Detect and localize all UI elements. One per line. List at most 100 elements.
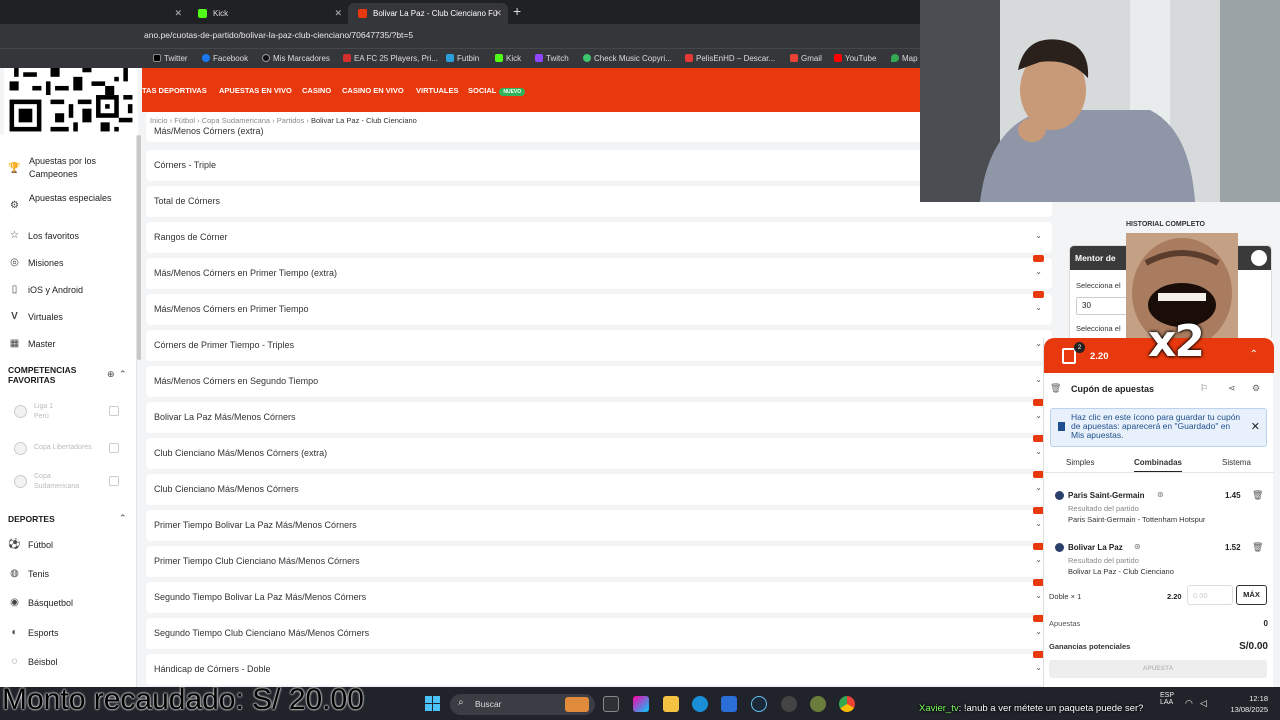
bookmark-pelisenhd[interactable]: PelisEnHD – Descar... (685, 54, 775, 63)
breadcrumb-copa[interactable]: Copa Sudamericana (202, 116, 270, 125)
chevron-down-icon[interactable]: ⌄ (1035, 375, 1042, 384)
trash-icon[interactable]: 🗑 (1050, 383, 1061, 394)
market-row[interactable]: Bolivar La Paz Más/Menos Córners ⌄ (146, 399, 1052, 433)
volume-icon[interactable]: ◁ (1200, 698, 1207, 709)
chevron-down-icon[interactable]: ⌄ (1035, 447, 1042, 456)
tab-simples[interactable]: Simples (1066, 458, 1094, 467)
sidebar-sport-tenis[interactable]: ◍ Tenis (8, 568, 49, 581)
market-row[interactable]: Segundo Tiempo Bolivar La Paz Más/Menos … (146, 579, 1052, 613)
app-icon[interactable] (781, 696, 797, 712)
market-row[interactable]: Más/Menos Córners en Segundo Tiempo ⌄ (146, 366, 1052, 397)
sidebar-item-master[interactable]: ▦ Master (8, 338, 56, 351)
stake-input[interactable]: 0.00 (1187, 585, 1233, 605)
nav-casino[interactable]: CASINO (302, 86, 331, 95)
bookmark-icon[interactable]: ⚐ (1200, 383, 1208, 394)
bookmark-ea-fc[interactable]: EA FC 25 Players, Pri... (343, 54, 438, 63)
market-row[interactable]: Club Cienciano Más/Menos Córners ⌄ (146, 471, 1052, 505)
place-bet-button[interactable]: APUESTA (1049, 660, 1267, 678)
chevron-down-icon[interactable]: ⌄ (1035, 663, 1042, 672)
remove-selection-icon[interactable]: 🗑 (1252, 542, 1263, 553)
clock[interactable]: 12:18 13/08/2025 (1226, 693, 1268, 715)
wifi-icon[interactable]: ◠ (1185, 698, 1193, 709)
bookmark-maps[interactable]: Map (891, 54, 918, 63)
chevron-down-icon[interactable]: ⌄ (1035, 267, 1042, 276)
max-button[interactable]: MÁX (1236, 585, 1267, 605)
favorite-sudamericana[interactable]: Copa Sudamericana (14, 472, 134, 494)
market-row[interactable]: Hándicap de Córners - Doble ⌄ (146, 651, 1052, 685)
nav-apuestas-deportivas[interactable]: TAS DEPORTIVAS (142, 86, 207, 95)
tab-sistema[interactable]: Sistema (1222, 458, 1251, 467)
sidebar-item-ios-android[interactable]: ▯ iOS y Android (8, 284, 83, 297)
favorite-liga1[interactable]: Liga 1 Perú (14, 402, 134, 424)
sidebar-item-especiales[interactable]: ⚙ Apuestas especiales (8, 192, 118, 211)
bookmark-gmail[interactable]: Gmail (790, 54, 822, 63)
sidebar-item-favoritos[interactable]: ☆ Los favoritos (8, 230, 79, 243)
nav-social[interactable]: SOCIAL NUEVO (468, 86, 526, 96)
market-row[interactable]: Más/Menos Córners en Primer Tiempo (extr… (146, 255, 1052, 289)
chevron-down-icon[interactable]: ⌄ (1035, 303, 1042, 312)
edge-icon[interactable] (692, 696, 708, 712)
copilot-icon[interactable] (633, 696, 649, 712)
chevron-down-icon[interactable]: ⌄ (1035, 627, 1042, 636)
app-icon[interactable] (810, 696, 826, 712)
address-bar[interactable]: ano.pe/cuotas-de-partido/bolivar-la-paz-… (0, 24, 920, 48)
remove-selection-icon[interactable]: 🗑 (1252, 490, 1263, 501)
breadcrumb-futbol[interactable]: Fútbol (174, 116, 195, 125)
browser-tab-kick[interactable]: Kick ✕ (188, 3, 348, 24)
chevron-down-icon[interactable]: ⌄ (1035, 519, 1042, 528)
chevron-up-icon[interactable]: ⌃ (119, 369, 127, 380)
market-row[interactable]: Segundo Tiempo Club Cienciano Más/Menos … (146, 615, 1052, 649)
favorite-checkbox[interactable] (109, 406, 119, 416)
browser-tab-active[interactable]: Bolivar La Paz - Club Cienciano Fú ✕ (348, 3, 508, 24)
market-row[interactable]: Total de Córners⌄ (146, 186, 1052, 217)
close-icon[interactable]: ✕ (1251, 420, 1260, 433)
chevron-up-icon[interactable]: ⌃ (119, 513, 127, 524)
favorite-checkbox[interactable] (109, 476, 119, 486)
close-tab-icon[interactable]: ✕ (334, 3, 342, 24)
task-view-icon[interactable] (603, 696, 619, 712)
browser-tab[interactable]: ✕ (142, 3, 188, 24)
market-row[interactable]: Primer Tiempo Club Cienciano Más/Menos C… (146, 543, 1052, 577)
share-icon[interactable]: ⋖ (1228, 383, 1236, 394)
nav-apuestas-en-vivo[interactable]: APUESTAS EN VIVO (219, 86, 292, 95)
sidebar-sport-esports[interactable]: ◐ Esports (8, 627, 58, 640)
chrome-icon[interactable] (839, 696, 855, 712)
file-explorer-icon[interactable] (663, 696, 679, 712)
bookmark-twitter[interactable]: Twitter (153, 54, 188, 63)
sidebar-item-misiones[interactable]: ◎ Misiones (8, 257, 63, 270)
bookmark-youtube[interactable]: YouTube (834, 54, 876, 63)
sidebar-sport-beisbol[interactable]: ◌ Béisbol (8, 656, 58, 669)
steam-icon[interactable] (751, 696, 767, 712)
favorite-libertadores[interactable]: Copa Libertadores (14, 439, 134, 461)
favorite-checkbox[interactable] (109, 443, 119, 453)
market-row[interactable]: Más/Menos Córners en Primer Tiempo ⌄ (146, 291, 1052, 325)
sidebar-scrollbar[interactable] (137, 135, 141, 360)
breadcrumb-partidos[interactable]: Partidos (277, 116, 305, 125)
settings-icon[interactable]: ⊕ (107, 369, 115, 380)
chevron-down-icon[interactable]: ⌄ (1035, 591, 1042, 600)
chevron-down-icon[interactable]: ⌄ (1035, 231, 1042, 240)
history-heading[interactable]: HISTORIAL COMPLETO (1126, 221, 1205, 228)
chevron-down-icon[interactable]: ⌄ (1035, 555, 1042, 564)
sidebar-item-campeones[interactable]: 🏆 Apuestas por los Campeones (8, 155, 118, 181)
nav-casino-en-vivo[interactable]: CASINO EN VIVO (342, 86, 404, 95)
nav-virtuales[interactable]: VIRTUALES (416, 86, 459, 95)
market-row[interactable]: Club Cienciano Más/Menos Córners (extra)… (146, 435, 1052, 469)
tab-combinadas[interactable]: Combinadas (1134, 458, 1183, 473)
close-tab-icon[interactable]: ✕ (174, 3, 182, 24)
bookmark-kick[interactable]: Kick (495, 54, 521, 63)
new-tab-icon[interactable]: + (513, 3, 521, 19)
bookmark-mis-marcadores[interactable]: Mis Marcadores (262, 54, 330, 63)
bookmark-futbin[interactable]: Futbin (446, 54, 479, 63)
url-text[interactable]: ano.pe/cuotas-de-partido/bolivar-la-paz-… (144, 30, 413, 40)
market-row[interactable]: Córners - Triple⌄ (146, 150, 1052, 181)
sidebar-item-virtuales[interactable]: V Virtuales (8, 311, 63, 324)
store-icon[interactable] (721, 696, 737, 712)
windows-start-icon[interactable] (425, 696, 441, 712)
breadcrumb-inicio[interactable]: Inicio (150, 116, 168, 125)
system-tray[interactable]: ESP LAA (1160, 692, 1174, 706)
bookmark-facebook[interactable]: Facebook (202, 54, 248, 63)
chevron-down-icon[interactable]: ⌄ (1035, 411, 1042, 420)
sidebar-sport-basquetbol[interactable]: ◉ Básquetbol (8, 597, 73, 610)
chevron-down-icon[interactable]: ⌄ (1035, 483, 1042, 492)
